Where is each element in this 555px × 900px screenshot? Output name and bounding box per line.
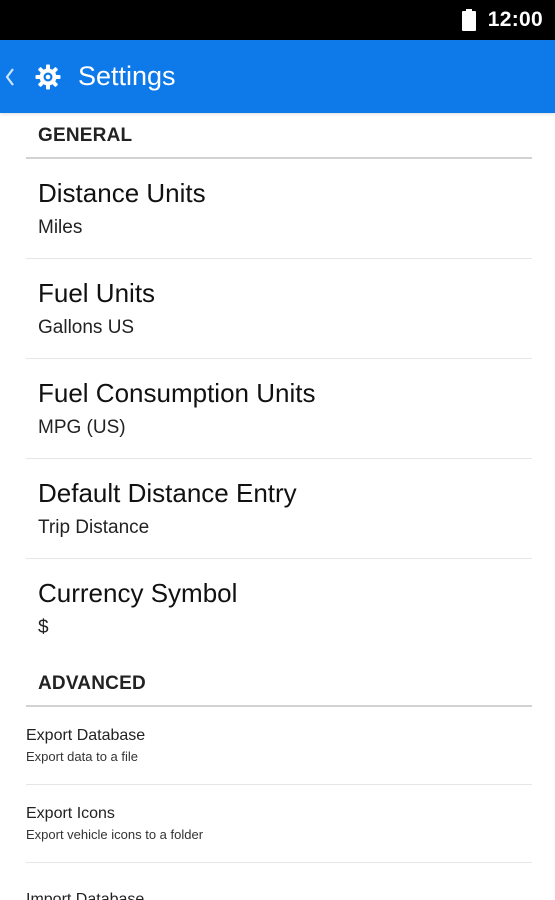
chevron-left-icon [5,67,14,86]
status-time: 12:00 [487,8,543,31]
pref-summary: MPG (US) [38,417,126,438]
pref-summary: Gallons US [38,317,135,338]
pref-import-database[interactable]: Import Database [26,863,532,900]
pref-distance-units[interactable]: Distance Units Miles [26,159,532,259]
pref-title: Export Database [26,727,146,744]
pref-title: Distance Units [38,178,206,208]
gear-icon [35,64,61,89]
status-bar: 12:00 [0,0,555,40]
pref-summary: Miles [38,217,83,238]
section-header-advanced: ADVANCED [26,657,532,707]
pref-summary: Export vehicle icons to a folder [26,827,204,842]
pref-summary: $ [38,616,49,638]
pref-title: Import Database [26,890,145,900]
pref-title: Fuel Consumption Units [38,378,316,408]
pref-title: Fuel Units [38,278,156,308]
pref-export-icons[interactable]: Export Icons Export vehicle icons to a f… [26,785,532,863]
pref-summary: Trip Distance [38,517,150,538]
pref-fuel-units[interactable]: Fuel Units Gallons US [26,259,532,359]
pref-default-distance-entry[interactable]: Default Distance Entry Trip Distance [26,459,532,559]
pref-title: Currency Symbol [38,577,238,608]
battery-full-icon [461,9,476,31]
page-title: Settings [78,61,176,91]
pref-title: Default Distance Entry [38,478,297,508]
pref-fuel-consumption-units[interactable]: Fuel Consumption Units MPG (US) [26,359,532,459]
pref-currency-symbol[interactable]: Currency Symbol $ [26,559,532,657]
pref-title: Export Icons [26,805,115,822]
section-header-general: GENERAL [26,113,532,159]
app-bar: Settings [0,40,555,113]
up-navigation-button[interactable]: Settings [0,40,176,113]
pref-export-database[interactable]: Export Database Export data to a file [26,707,532,785]
pref-summary: Export data to a file [26,749,139,764]
settings-list: GENERAL Distance Units Miles Fuel Units … [0,113,555,900]
